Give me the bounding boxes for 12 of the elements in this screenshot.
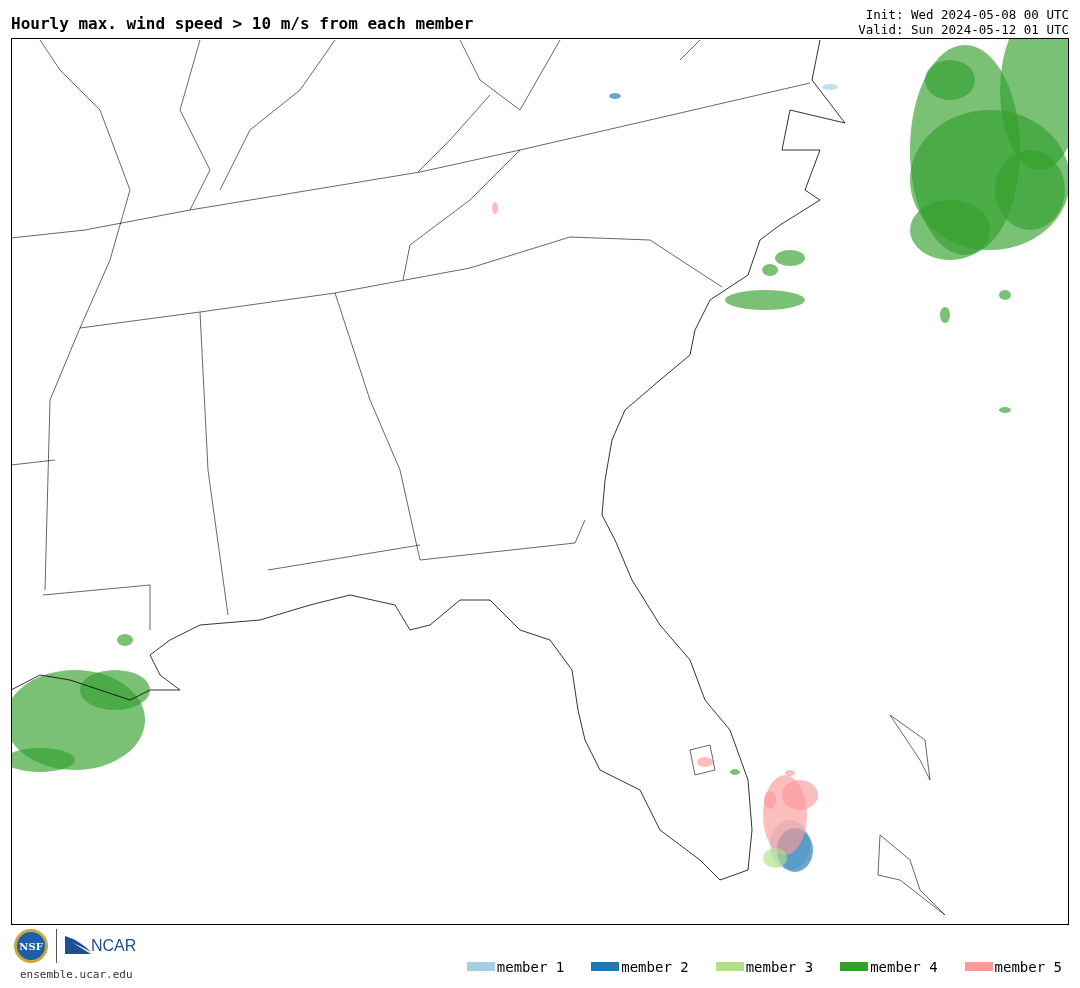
swoosh-icon	[65, 936, 91, 956]
legend-label: member 3	[745, 959, 814, 974]
logo-text: NSF	[19, 939, 43, 954]
legend-label: member 1	[496, 959, 565, 974]
logo-text: NCAR	[91, 938, 137, 954]
legend-label: member 5	[994, 959, 1062, 974]
website-url: ensemble.ucar.edu	[20, 967, 134, 983]
valid-time: Valid: Sun 2024-05-12 01 UTC	[858, 22, 1069, 37]
init-time: Init: Wed 2024-05-08 00 UTC	[865, 7, 1069, 22]
legend-label: member 2	[621, 959, 689, 974]
chart-title: Hourly max. wind speed > 10 m/s from each member	[11, 16, 474, 35]
legend-label: member 4	[870, 959, 938, 974]
